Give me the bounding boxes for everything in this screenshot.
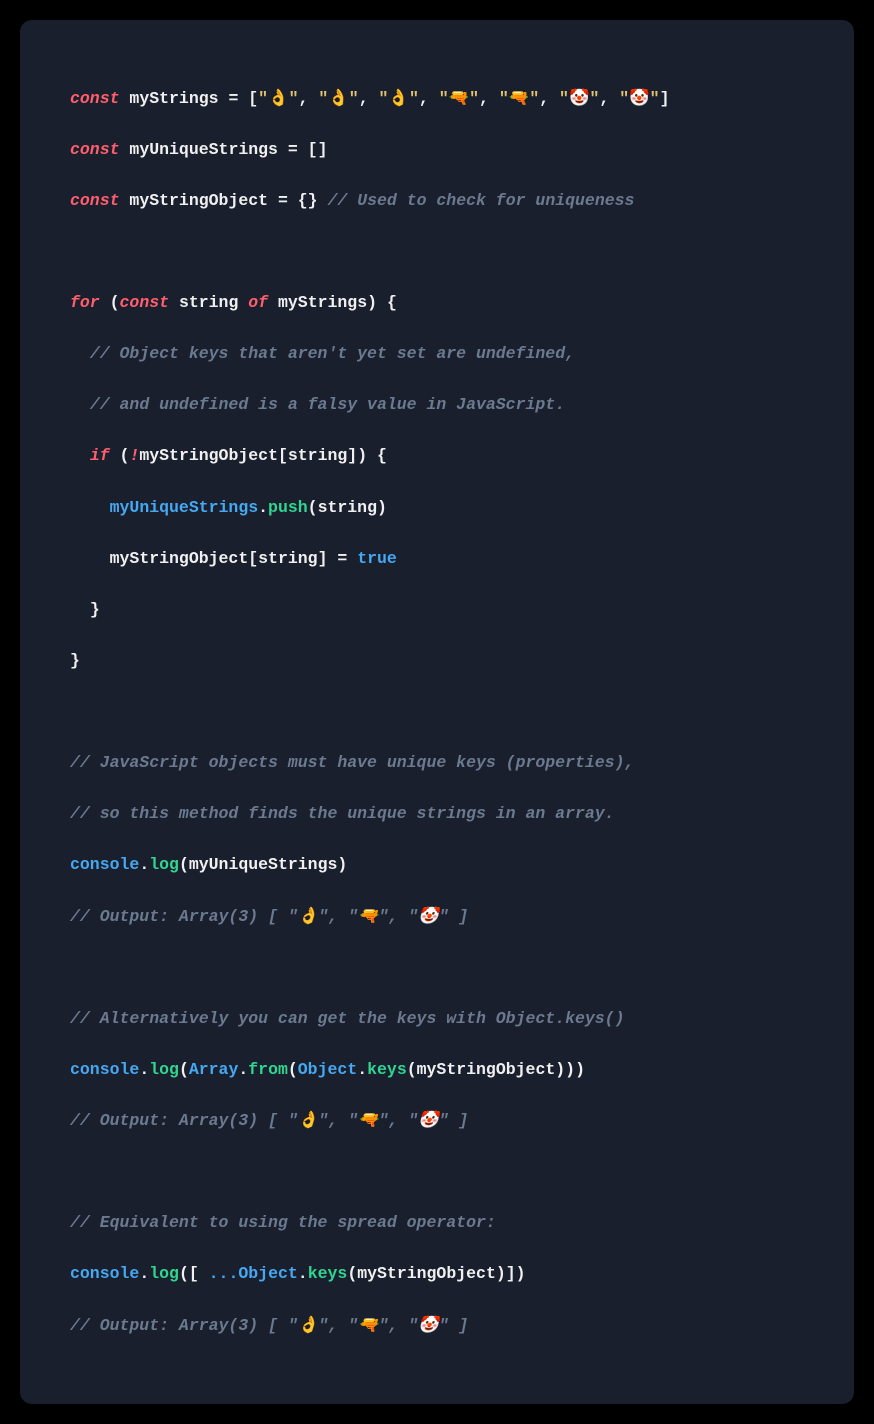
code-line: myStringObject[string] = true [70, 546, 804, 572]
code-line: // Output: Array(3) [ "👌", "🔫", "🤡" ] [70, 1108, 804, 1134]
code-line: for (const string of myStrings) { [70, 290, 804, 316]
code-line: if (!myStringObject[string]) { [70, 443, 804, 469]
code-line: const myStringObject = {} // Used to che… [70, 188, 804, 214]
code-line: // JavaScript objects must have unique k… [70, 750, 804, 776]
code-line: // and undefined is a falsy value in Jav… [70, 392, 804, 418]
code-line: // so this method finds the unique strin… [70, 801, 804, 827]
code-line: // Alternatively you can get the keys wi… [70, 1006, 804, 1032]
code-line: } [70, 597, 804, 623]
code-line [70, 699, 804, 725]
code-line: console.log(myUniqueStrings) [70, 852, 804, 878]
code-line [70, 955, 804, 981]
code-line: } [70, 648, 804, 674]
code-line: // Output: Array(3) [ "👌", "🔫", "🤡" ] [70, 1313, 804, 1339]
code-line: // Output: Array(3) [ "👌", "🔫", "🤡" ] [70, 904, 804, 930]
code-line: const myUniqueStrings = [] [70, 137, 804, 163]
code-line [70, 1159, 804, 1185]
code-block: const myStrings = ["👌", "👌", "👌", "🔫", "… [70, 60, 804, 1364]
code-card: const myStrings = ["👌", "👌", "👌", "🔫", "… [20, 20, 854, 1404]
code-line: const myStrings = ["👌", "👌", "👌", "🔫", "… [70, 86, 804, 112]
code-line [70, 239, 804, 265]
code-line: myUniqueStrings.push(string) [70, 495, 804, 521]
code-line: console.log(Array.from(Object.keys(myStr… [70, 1057, 804, 1083]
code-line: console.log([ ...Object.keys(myStringObj… [70, 1261, 804, 1287]
code-line: // Object keys that aren't yet set are u… [70, 341, 804, 367]
code-line: // Equivalent to using the spread operat… [70, 1210, 804, 1236]
